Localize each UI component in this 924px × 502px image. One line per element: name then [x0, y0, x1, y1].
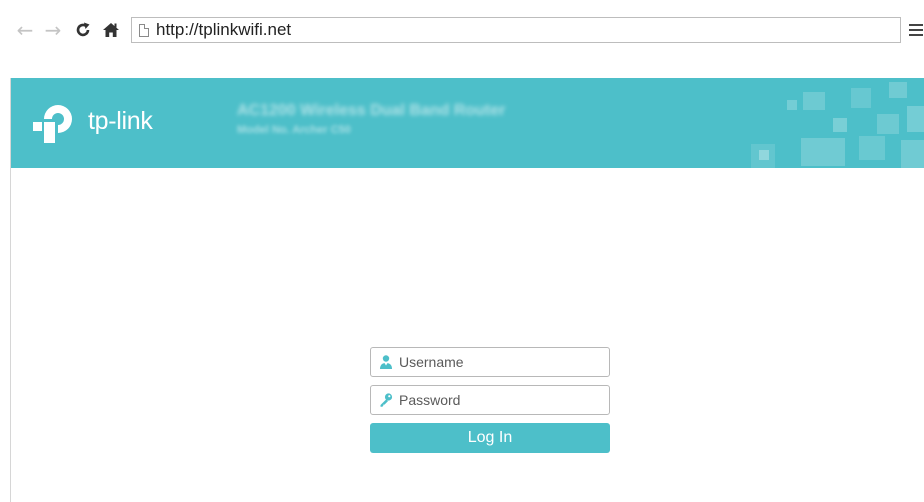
back-arrow-icon[interactable]: ← [14, 18, 36, 42]
password-input[interactable] [399, 388, 609, 412]
key-icon [380, 393, 393, 407]
brand-name: tp-link [88, 107, 153, 135]
page-icon [139, 23, 149, 37]
model-title: AC1200 Wireless Dual Band Router [237, 102, 506, 119]
address-bar[interactable]: http://tplinkwifi.net [131, 17, 901, 43]
home-icon[interactable] [100, 18, 122, 42]
browser-toolbar: ← → http://tplinkwifi.net [0, 0, 924, 62]
username-field[interactable] [370, 347, 610, 377]
model-subtitle: Model No. Archer C50 [237, 124, 351, 136]
reload-icon[interactable] [72, 18, 94, 42]
user-icon [380, 355, 392, 369]
hamburger-menu-icon[interactable] [909, 24, 923, 36]
login-form: Log In [370, 347, 610, 453]
url-text[interactable]: http://tplinkwifi.net [156, 18, 291, 42]
header-banner: tp-link AC1200 Wireless Dual Band Router… [11, 78, 924, 168]
forward-arrow-icon[interactable]: → [42, 18, 64, 42]
tp-link-logo: tp-link [33, 101, 193, 147]
password-field[interactable] [370, 385, 610, 415]
header-decoration [751, 82, 924, 168]
tp-link-logo-icon [33, 105, 72, 143]
username-input[interactable] [399, 350, 609, 374]
page-content: tp-link AC1200 Wireless Dual Band Router… [10, 78, 924, 502]
login-button[interactable]: Log In [370, 423, 610, 453]
